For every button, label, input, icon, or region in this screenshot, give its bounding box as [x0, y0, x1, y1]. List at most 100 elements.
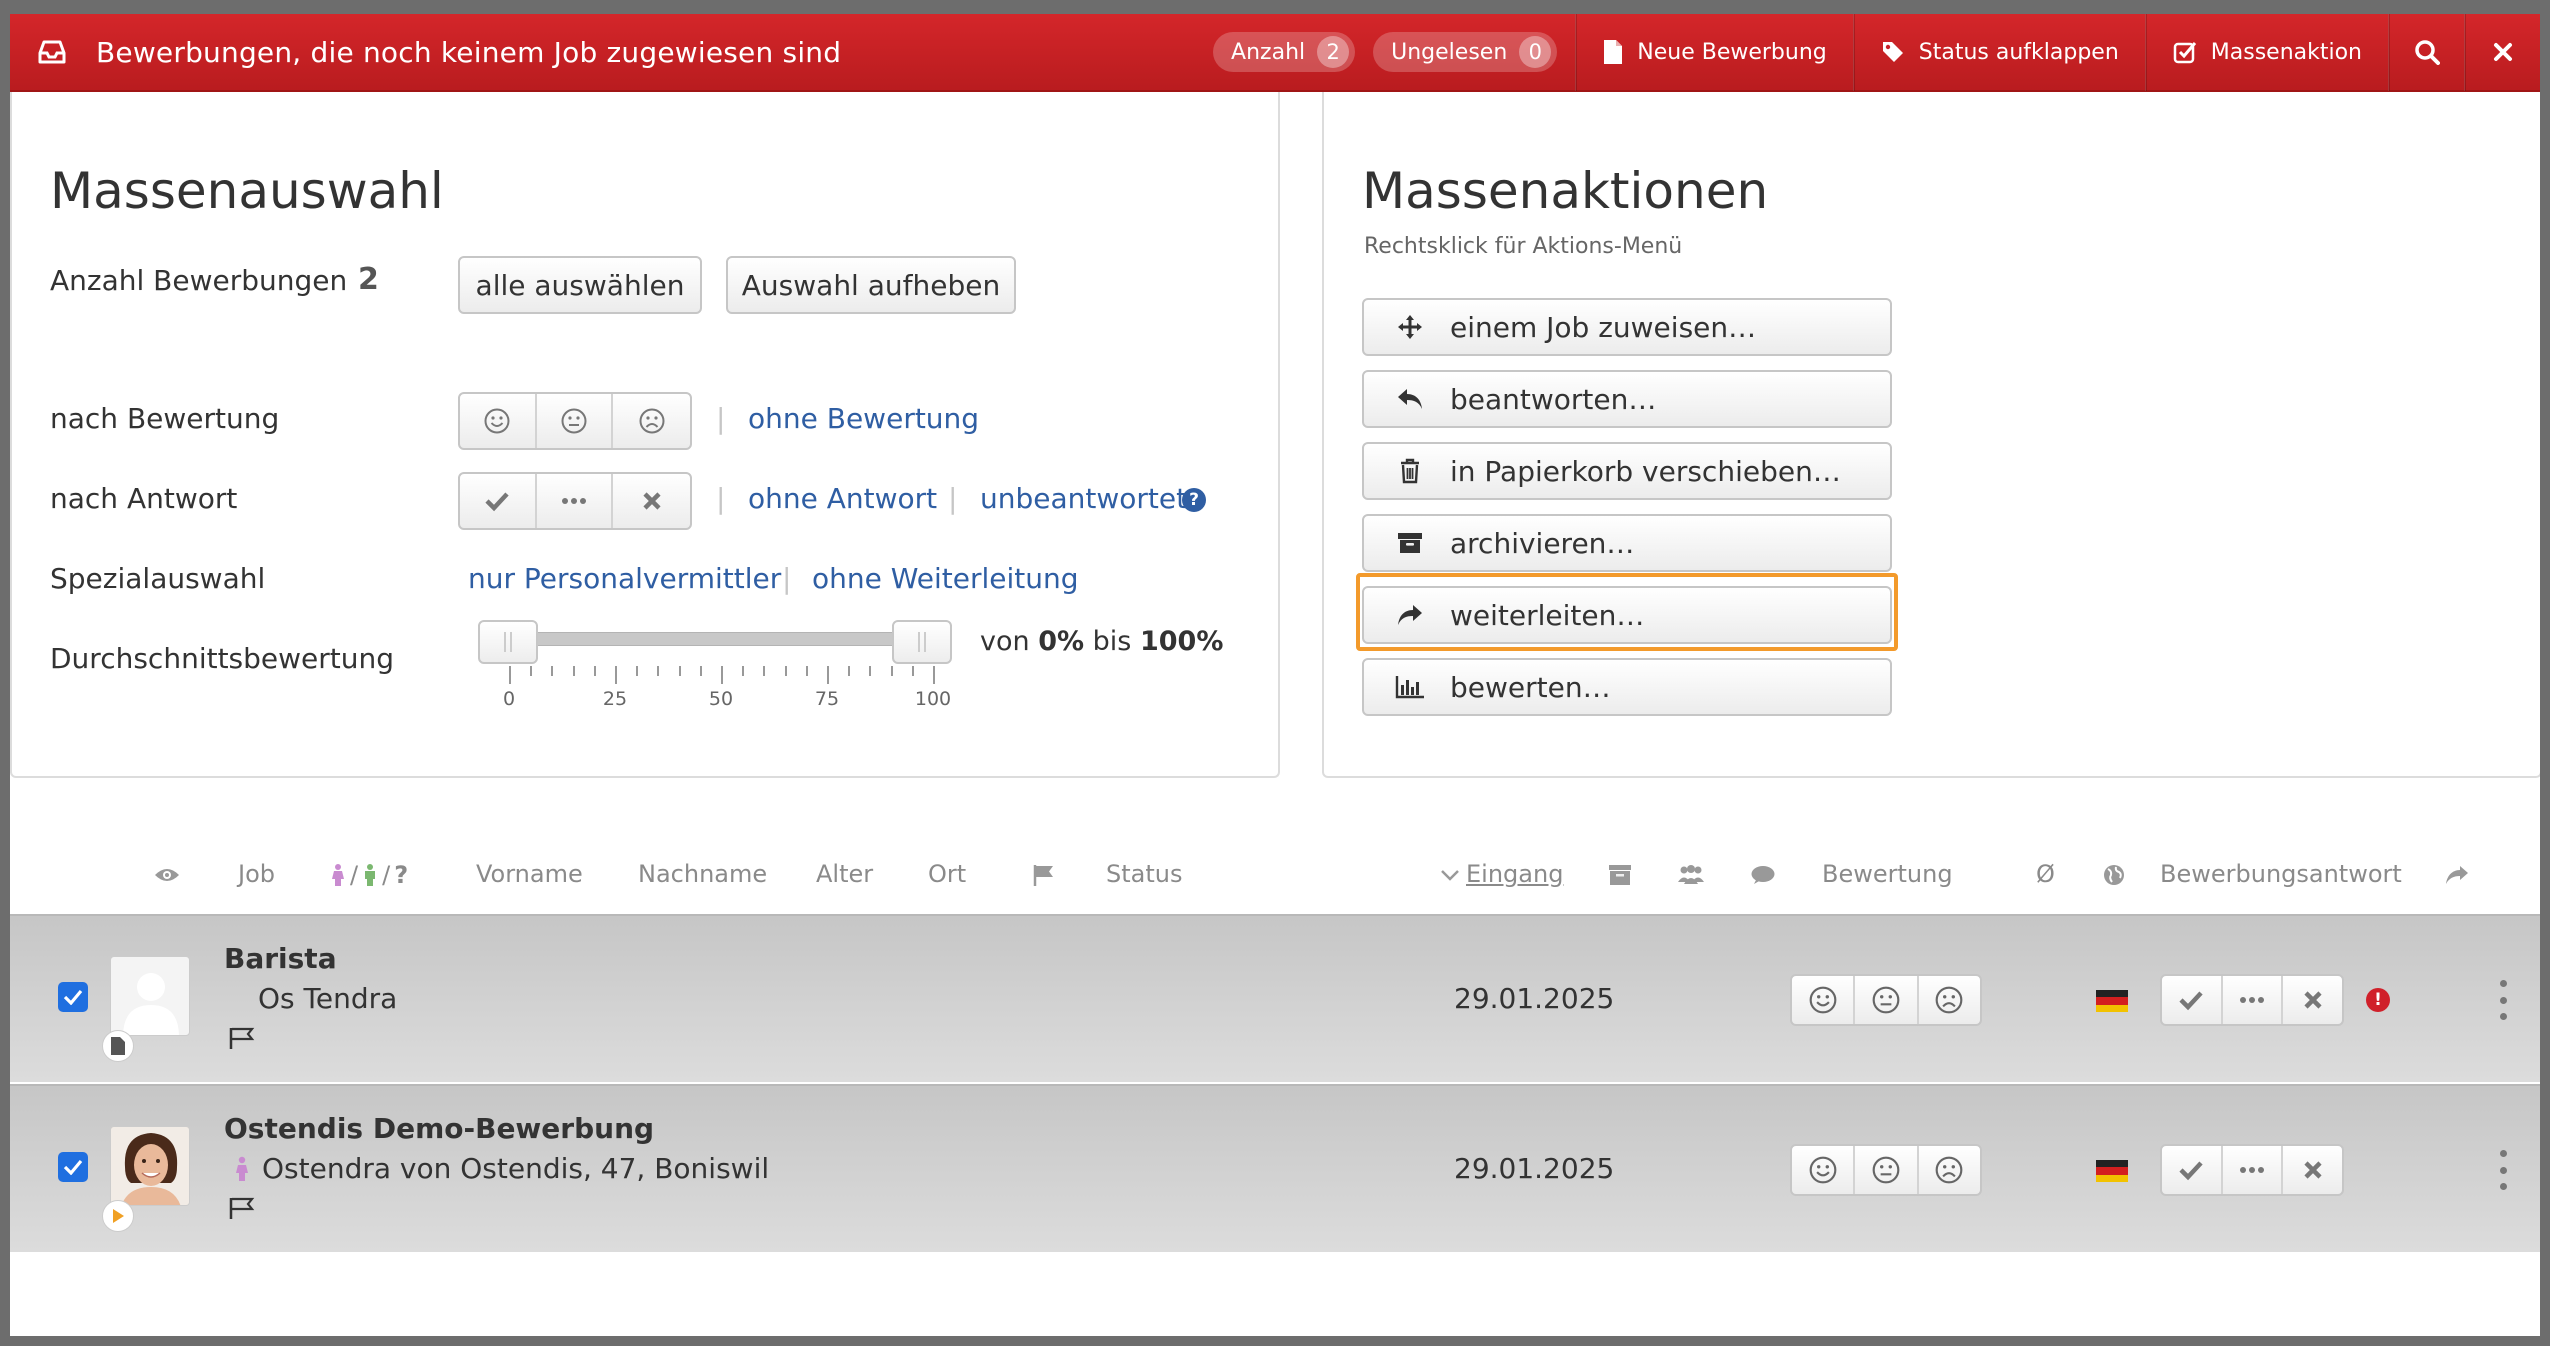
- only-agency-link[interactable]: nur Personalvermittler: [468, 562, 781, 595]
- forward-column-icon[interactable]: [2444, 860, 2470, 890]
- column-gender[interactable]: / / ?: [330, 860, 408, 890]
- row-menu-icon[interactable]: [2496, 1150, 2510, 1190]
- smiley-sad-icon[interactable]: [613, 394, 690, 448]
- row-job-title[interactable]: Ostendis Demo-Bewerbung: [224, 1112, 654, 1145]
- slider-tick-label: 0: [502, 688, 516, 710]
- smiley-neutral-icon[interactable]: [1855, 976, 1919, 1024]
- row-checkbox[interactable]: [58, 982, 88, 1012]
- column-received[interactable]: Eingang: [1466, 860, 1563, 888]
- slider-high-handle[interactable]: [892, 620, 952, 664]
- column-rating[interactable]: Bewertung: [1822, 860, 1953, 888]
- german-flag-icon: [2096, 1160, 2128, 1182]
- column-lastname[interactable]: Nachname: [638, 860, 767, 888]
- sort-desc-icon[interactable]: [1440, 860, 1460, 890]
- range-slider-track[interactable]: [480, 632, 920, 646]
- x-icon[interactable]: [2283, 1146, 2342, 1194]
- forward-icon: [1390, 603, 1430, 627]
- forward-button[interactable]: weiterleiten…: [1362, 586, 1892, 644]
- column-place[interactable]: Ort: [928, 860, 966, 888]
- warning-icon[interactable]: !: [2366, 988, 2390, 1012]
- ellipsis-icon[interactable]: [537, 474, 614, 528]
- mass-action-button[interactable]: Massenaktion: [2147, 14, 2388, 91]
- smiley-happy-icon[interactable]: [460, 394, 537, 448]
- smiley-sad-icon[interactable]: [1919, 1146, 1980, 1194]
- avatar-photo: [110, 1126, 190, 1206]
- row-candidate[interactable]: Ostendra von Ostendis, 47, Boniswil: [262, 1152, 769, 1185]
- x-icon[interactable]: [613, 474, 690, 528]
- slider-tick: [827, 666, 829, 684]
- check-icon[interactable]: [2162, 1146, 2223, 1194]
- document-icon: [1604, 40, 1623, 64]
- row-job-title[interactable]: Barista: [224, 942, 337, 975]
- smiley-sad-icon[interactable]: [1919, 976, 1980, 1024]
- assign-job-button[interactable]: einem Job zuweisen…: [1362, 298, 1892, 356]
- deselect-button[interactable]: Auswahl aufheben: [726, 256, 1016, 314]
- smiley-happy-icon[interactable]: [1792, 976, 1856, 1024]
- row-candidate[interactable]: Os Tendra: [258, 982, 397, 1015]
- select-all-button[interactable]: alle auswählen: [458, 256, 702, 314]
- column-firstname[interactable]: Vorname: [476, 860, 583, 888]
- read-column-eye-icon[interactable]: [154, 860, 180, 890]
- row-answer: [2160, 1144, 2344, 1196]
- rate-button[interactable]: bewerten…: [1362, 658, 1892, 716]
- no-answer-link[interactable]: ohne Antwort: [748, 482, 937, 515]
- column-answer[interactable]: Bewerbungsantwort: [2160, 860, 2402, 888]
- column-job[interactable]: Job: [238, 860, 275, 888]
- reply-icon: [1390, 387, 1430, 411]
- check-icon[interactable]: [460, 474, 537, 528]
- row-menu-icon[interactable]: [2496, 980, 2510, 1020]
- comment-column-icon[interactable]: [1750, 860, 1776, 890]
- slider-tick-label: 50: [708, 688, 734, 710]
- smiley-neutral-icon[interactable]: [537, 394, 614, 448]
- x-icon[interactable]: [2283, 976, 2342, 1024]
- close-button[interactable]: [2466, 14, 2540, 91]
- slider-tick: [551, 666, 554, 676]
- row-rating: [1790, 974, 1982, 1026]
- slider-tick: [636, 666, 639, 676]
- ellipsis-icon[interactable]: [2223, 976, 2284, 1024]
- row-checkbox[interactable]: [58, 1152, 88, 1182]
- slider-tick: [530, 666, 533, 676]
- by-rating-label: nach Bewertung: [50, 402, 280, 435]
- archive-column-icon[interactable]: [1608, 860, 1632, 890]
- unanswered-link[interactable]: unbeantwortet: [980, 482, 1187, 515]
- smiley-happy-icon[interactable]: [1792, 1146, 1856, 1194]
- new-application-button[interactable]: Neue Bewerbung: [1577, 14, 1852, 91]
- language-column-icon[interactable]: [2102, 860, 2126, 890]
- reply-button[interactable]: beantworten…: [1362, 370, 1892, 428]
- ellipsis-icon[interactable]: [2223, 1146, 2284, 1194]
- flag-column-icon[interactable]: [1032, 860, 1056, 890]
- trash-button[interactable]: in Papierkorb verschieben…: [1362, 442, 1892, 500]
- slider-tick: [763, 666, 766, 676]
- search-button[interactable]: [2390, 14, 2464, 91]
- list-footer-space: [10, 1254, 2540, 1336]
- top-bar: Bewerbungen, die noch keinem Job zugewie…: [10, 14, 2540, 92]
- column-age[interactable]: Alter: [816, 860, 873, 888]
- row-date: 29.01.2025: [1454, 982, 1615, 1015]
- page-title: Bewerbungen, die noch keinem Job zugewie…: [96, 35, 842, 69]
- help-icon[interactable]: ?: [1182, 488, 1206, 512]
- check-icon[interactable]: [2162, 976, 2223, 1024]
- flag-icon[interactable]: [228, 1026, 256, 1054]
- no-rating-link[interactable]: ohne Bewertung: [748, 402, 979, 435]
- column-status[interactable]: Status: [1106, 860, 1182, 888]
- table-row[interactable]: Ostendis Demo-Bewerbung Ostendra von Ost…: [10, 1084, 2540, 1252]
- slider-tick: [699, 666, 702, 676]
- count-badge-label: Anzahl: [1231, 39, 1306, 65]
- archive-icon: [1390, 531, 1430, 555]
- flag-icon[interactable]: [228, 1196, 256, 1224]
- slider-low-handle[interactable]: [478, 620, 538, 664]
- female-icon: [236, 1156, 248, 1181]
- range-min: 0%: [1038, 626, 1085, 657]
- male-icon: [365, 864, 376, 886]
- range-max: 100%: [1139, 626, 1224, 657]
- no-forward-link[interactable]: ohne Weiterleitung: [812, 562, 1079, 595]
- by-answer-label: nach Antwort: [50, 482, 238, 515]
- smiley-neutral-icon[interactable]: [1855, 1146, 1919, 1194]
- column-avg[interactable]: Ø: [2036, 860, 2055, 888]
- expand-status-button[interactable]: Status aufklappen: [1855, 14, 2145, 91]
- table-row[interactable]: Barista Os Tendra 29.01.2025 !: [10, 914, 2540, 1082]
- move-icon: [1390, 313, 1430, 341]
- archive-button[interactable]: archivieren…: [1362, 514, 1892, 572]
- group-column-icon[interactable]: [1676, 860, 1706, 890]
